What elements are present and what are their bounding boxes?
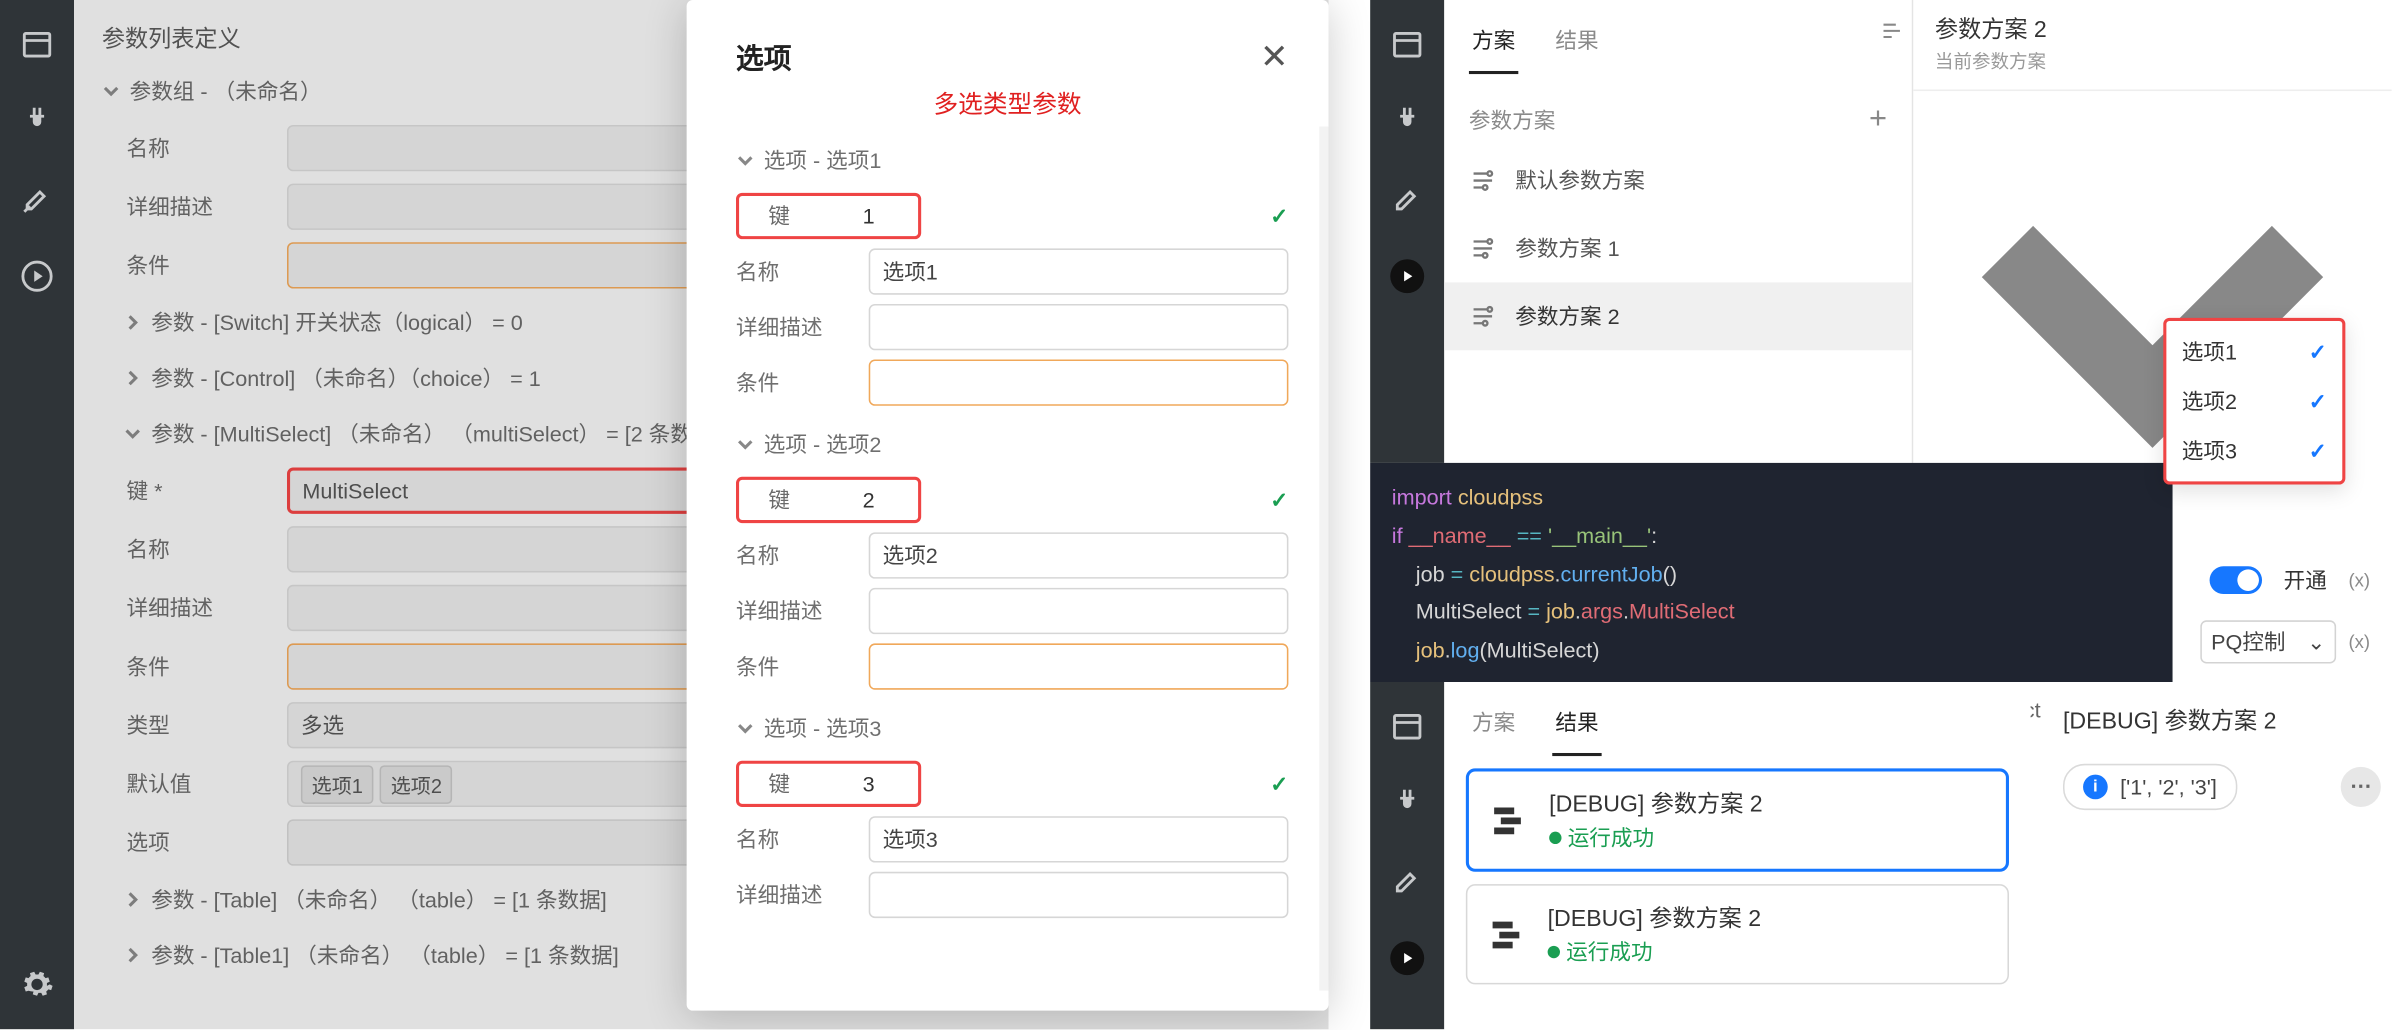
label-cond: 条件	[127, 250, 269, 281]
right-app-sidebar-top	[1370, 0, 1444, 463]
play-icon[interactable]	[1390, 941, 1424, 975]
log-panel: [DEBUG] 参数方案 2 i['1', '2', '3'] ⋯	[2044, 682, 2399, 1029]
plan-item-1[interactable]: 参数方案 1	[1444, 214, 1912, 282]
chevron-down-icon	[736, 151, 755, 170]
tools-icon[interactable]	[1390, 182, 1424, 216]
option-group-2[interactable]: 选项 - 选项2	[736, 410, 1288, 472]
check-icon: ✓	[1270, 771, 1288, 797]
option-group-1[interactable]: 选项 - 选项1	[736, 127, 1288, 189]
plan-panel: 方案 结果 参数方案 + 默认参数方案 参数方案 1 参数方案 2	[1444, 0, 1913, 463]
code-snippet: import cloudpss if __name__ == '__main__…	[1370, 463, 2172, 682]
log-title: [DEBUG] 参数方案 2	[2044, 682, 2399, 751]
label-desc: 详细描述	[127, 191, 269, 222]
plug-icon[interactable]	[1390, 787, 1424, 821]
option3-desc-input[interactable]	[869, 872, 1289, 918]
chevron-right-icon	[123, 890, 142, 909]
chevron-right-icon	[123, 369, 142, 388]
tools-icon[interactable]	[20, 182, 54, 216]
plug-icon[interactable]	[20, 105, 54, 139]
add-plan-button[interactable]: +	[1869, 102, 1887, 137]
play-icon[interactable]	[20, 259, 54, 293]
props-subtitle: 当前参数方案	[1913, 48, 2391, 91]
plan-item-2[interactable]: 参数方案 2	[1444, 282, 1912, 350]
info-icon: i	[2083, 775, 2108, 800]
tools-icon[interactable]	[1390, 864, 1424, 898]
modal-subtitle: 多选类型参数	[687, 83, 1329, 120]
option2-name-input[interactable]: 选项2	[869, 532, 1289, 578]
option3-key-input[interactable]: 键3	[736, 761, 921, 807]
tab-plan[interactable]: 方案	[1469, 15, 1518, 74]
option3-name-input[interactable]: 选项3	[869, 816, 1289, 862]
status-dot-icon	[1549, 832, 1561, 844]
sliders-icon	[1469, 302, 1497, 330]
check-icon: ✓	[1270, 487, 1288, 513]
left-app-sidebar	[0, 0, 74, 1029]
option1-desc-input[interactable]	[869, 304, 1289, 350]
label-name: 名称	[127, 133, 269, 164]
switch-toggle[interactable]	[2210, 566, 2262, 594]
multiselect-dropdown[interactable]: 选项1✓ 选项2✓ 选项3✓	[2163, 318, 2345, 485]
option2-key-input[interactable]: 键2	[736, 477, 921, 523]
plan-section-label: 参数方案	[1469, 104, 1555, 135]
plug-icon[interactable]	[1390, 105, 1424, 139]
clear-button[interactable]: (x)	[2348, 631, 2370, 653]
right-app-sidebar-bottom	[1370, 682, 1444, 1029]
result-card-2[interactable]: [DEBUG] 参数方案 2运行成功	[1466, 884, 2009, 984]
plan-item-default[interactable]: 默认参数方案	[1444, 147, 1912, 215]
more-button[interactable]: ⋯	[2341, 767, 2381, 807]
dropdown-item-1[interactable]: 选项1✓	[2166, 327, 2342, 376]
option1-cond-input[interactable]	[869, 360, 1289, 406]
option-group-3[interactable]: 选项 - 选项3	[736, 694, 1288, 756]
panel-icon[interactable]	[1390, 710, 1424, 744]
check-icon: ✓	[2309, 339, 2327, 365]
dropdown-item-2[interactable]: 选项2✓	[2166, 376, 2342, 425]
check-icon: ✓	[1270, 203, 1288, 229]
tab-plan-2[interactable]: 方案	[1469, 697, 1518, 756]
option2-cond-input[interactable]	[869, 643, 1289, 689]
options-modal: 选项 ✕ 多选类型参数 选项 - 选项1 键1✓ 名称选项1 详细描述 条件 选…	[687, 0, 1329, 1011]
props-title: 参数方案 2	[1913, 0, 2391, 48]
option2-desc-input[interactable]	[869, 588, 1289, 634]
option1-name-input[interactable]: 选项1	[869, 248, 1289, 294]
chevron-down-icon	[123, 424, 142, 443]
sliders-icon	[1879, 19, 1904, 48]
gear-icon[interactable]	[20, 967, 54, 1001]
clear-button[interactable]: (x)	[2348, 569, 2370, 591]
result-card-1[interactable]: [DEBUG] 参数方案 2运行成功	[1466, 768, 2009, 871]
chevron-right-icon	[123, 313, 142, 332]
log-entry: i['1', '2', '3']	[2063, 764, 2237, 810]
chevron-down-icon: ⌄	[2307, 629, 2325, 655]
dropdown-item-3[interactable]: 选项3✓	[2166, 426, 2342, 475]
result-panel: 方案 结果 [DEBUG] 参数方案 2运行成功 [DEBUG] 参数方案 2运…	[1444, 682, 2030, 1029]
chevron-down-icon	[736, 435, 755, 454]
control-select[interactable]: PQ控制⌄	[2200, 620, 2336, 663]
status-dot-icon	[1548, 946, 1560, 958]
play-icon[interactable]	[1390, 259, 1424, 293]
close-icon[interactable]: ✕	[1260, 37, 1288, 77]
option1-key-input[interactable]: 键1	[736, 193, 921, 239]
chevron-down-icon	[102, 82, 121, 101]
stack-icon	[1487, 800, 1527, 840]
sliders-icon	[1469, 167, 1497, 195]
stack-icon	[1486, 914, 1526, 954]
modal-title: 选项	[736, 37, 792, 77]
sliders-icon	[1469, 235, 1497, 263]
panel-icon[interactable]	[1390, 28, 1424, 62]
tab-result[interactable]: 结果	[1552, 15, 1601, 74]
tab-result-2[interactable]: 结果	[1552, 697, 1601, 756]
check-icon: ✓	[2309, 437, 2327, 463]
check-icon: ✓	[2309, 388, 2327, 414]
label-key: 键 *	[127, 475, 269, 506]
chevron-down-icon	[736, 719, 755, 738]
modal-body[interactable]: 选项 - 选项1 键1✓ 名称选项1 详细描述 条件 选项 - 选项2 键2✓ …	[687, 127, 1329, 991]
panel-icon[interactable]	[20, 28, 54, 62]
chevron-right-icon	[123, 946, 142, 965]
